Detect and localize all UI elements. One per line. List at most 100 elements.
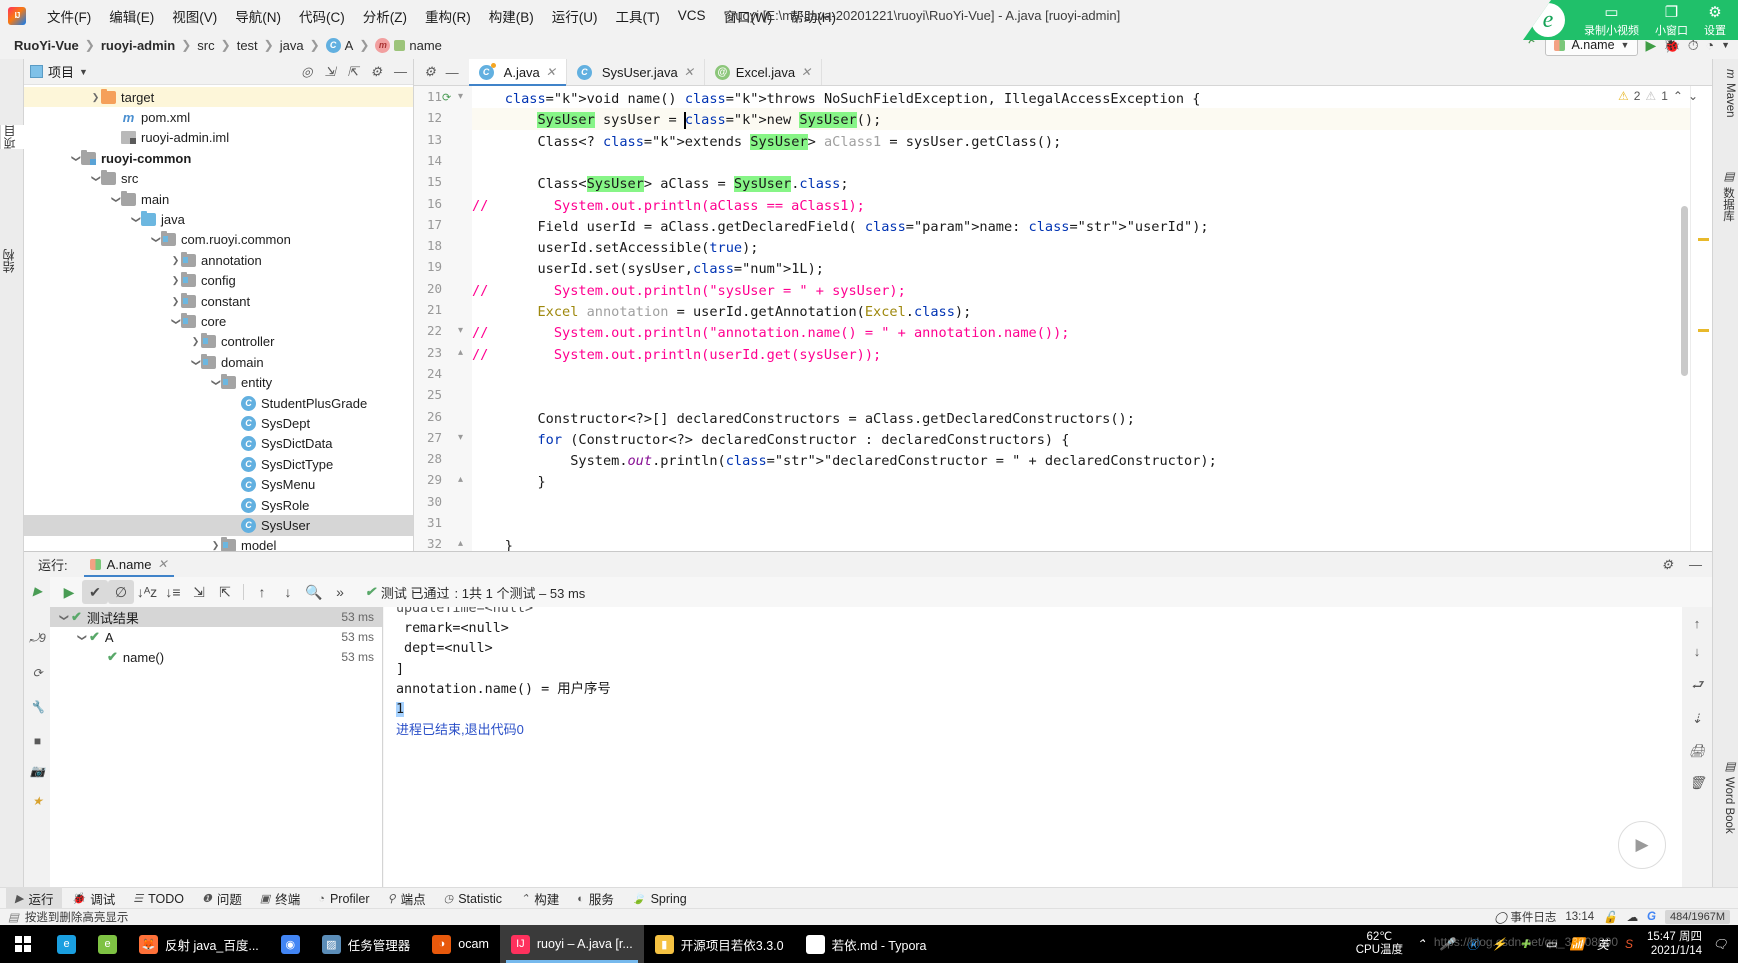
tree-node[interactable]: C StudentPlusGrade xyxy=(24,393,413,413)
cpu-temperature[interactable]: 62℃ CPU温度 xyxy=(1356,931,1403,957)
bottom-tab-spring[interactable]: 🍃 Spring xyxy=(623,890,696,908)
star-icon[interactable]: ★ xyxy=(30,793,45,808)
chevron-down-icon[interactable]: ▼ xyxy=(1721,40,1730,50)
taskbar-item[interactable]: ◑ ocam xyxy=(421,925,500,963)
chevron-down-icon[interactable] xyxy=(58,612,69,623)
tree-node[interactable]: C SysDictType xyxy=(24,454,413,474)
console-link[interactable]: 进程已结束,退出代码0 xyxy=(396,720,1712,740)
stop-icon[interactable]: ■ xyxy=(30,733,45,748)
run-tab-a-name[interactable]: A.name ✕ xyxy=(82,554,176,577)
breadcrumb-method[interactable]: m name xyxy=(375,37,442,53)
tool-window-maven[interactable]: m Maven xyxy=(1724,69,1736,117)
show-passed-button[interactable]: ✔ xyxy=(82,580,108,604)
close-icon[interactable]: ✕ xyxy=(546,65,556,79)
search-history-button[interactable]: 🔍 xyxy=(301,580,327,604)
tree-node[interactable]: target xyxy=(24,87,413,108)
gear-icon[interactable]: ⚙ xyxy=(370,64,382,80)
tree-node[interactable]: java xyxy=(24,209,413,229)
code-line[interactable]: class="k">void name() class="k">throws N… xyxy=(472,89,1201,110)
event-log-button[interactable]: ◯ 事件日志 xyxy=(1494,909,1556,925)
code-line[interactable]: Excel annotation = userId.getAnnotation(… xyxy=(472,302,971,323)
tree-node[interactable]: com.ruoyi.common xyxy=(24,230,413,250)
scroll-to-end-icon[interactable]: ⇣ xyxy=(1689,711,1705,727)
taskbar-item[interactable]: ▨ 任务管理器 xyxy=(311,925,422,963)
rerun-button[interactable]: ▶ xyxy=(56,580,82,604)
bottom-tab-端点[interactable]: ⚲ 端点 xyxy=(379,887,435,910)
editor-vertical-scrollbar[interactable] xyxy=(1681,206,1688,376)
tab-a-java[interactable]: C A.java ✕ xyxy=(468,59,567,86)
code-fold-icon[interactable]: ▴ xyxy=(458,347,463,358)
menu-edit[interactable]: 编辑(E) xyxy=(100,3,163,29)
breadcrumb-java[interactable]: java xyxy=(280,38,304,53)
stripe-warning-mark[interactable] xyxy=(1698,238,1709,241)
tree-node[interactable]: C SysRole xyxy=(24,495,413,515)
code-line[interactable]: // System.out.println("sysUser = " + sys… xyxy=(472,281,906,302)
tree-node[interactable]: domain xyxy=(24,352,413,372)
cloud-icon[interactable]: ☁ xyxy=(1627,910,1639,924)
code-line[interactable]: // System.out.println("annotation.name()… xyxy=(472,323,1069,344)
recorder-record-button[interactable]: ▭ 录制小视频 xyxy=(1584,3,1639,38)
recorder-settings-button[interactable]: ⚙ 设置 xyxy=(1704,3,1726,38)
test-results-tree[interactable]: ✔ 测试结果 53 ms ✔ A 53 ms ✔ name() 53 ms xyxy=(50,607,383,887)
code-line[interactable]: Class<SysUser> aClass = SysUser.class; xyxy=(472,174,849,195)
code-line[interactable]: // System.out.println(userId.get(sysUser… xyxy=(472,345,881,366)
close-icon[interactable]: ✕ xyxy=(801,65,811,79)
tree-node[interactable]: C SysUser xyxy=(24,515,413,536)
tool-window-word-book[interactable]: ▤ Word Book xyxy=(1722,759,1736,834)
rerun-icon[interactable]: ▶ xyxy=(30,583,45,598)
tree-node[interactable]: C SysDictData xyxy=(24,434,413,454)
tree-node[interactable]: C SysDept xyxy=(24,413,413,433)
tool-window-structure[interactable]: 结构 xyxy=(0,249,24,273)
tab-sysuser-java[interactable]: C SysUser.java ✕ xyxy=(567,59,705,85)
chevron-right-icon[interactable] xyxy=(170,296,181,307)
menu-analyze[interactable]: 分析(Z) xyxy=(354,3,416,29)
taskbar-item[interactable]: T 若依.md - Typora xyxy=(795,925,938,963)
test-tree-node[interactable]: ✔ 测试结果 53 ms xyxy=(50,607,382,627)
chevron-down-icon[interactable] xyxy=(150,234,161,245)
recorder-window-button[interactable]: ❐ 小窗口 xyxy=(1655,3,1688,38)
code-line[interactable]: for (Constructor<?> declaredConstructor … xyxy=(472,430,1069,451)
tab-excel-java[interactable]: @ Excel.java ✕ xyxy=(705,59,823,85)
video-play-overlay[interactable]: ▶ xyxy=(1618,821,1666,869)
menu-vcs[interactable]: VCS xyxy=(669,5,715,26)
test-tree-node[interactable]: ✔ name() 53 ms xyxy=(50,647,382,667)
bottom-tab-运行[interactable]: ▶ 运行 xyxy=(6,887,63,910)
locate-file-icon[interactable]: ◎ xyxy=(301,64,312,80)
gear-icon[interactable]: ⚙ xyxy=(1661,557,1673,573)
console-output[interactable]: updateTime=<null> remark=<null> dept=<nu… xyxy=(384,607,1712,887)
memory-indicator[interactable]: 484/1967M xyxy=(1664,910,1730,924)
breadcrumb-project[interactable]: RuoYi-Vue xyxy=(14,38,79,53)
tree-node[interactable]: main xyxy=(24,189,413,209)
tree-node[interactable]: core xyxy=(24,311,413,331)
chevron-down-icon[interactable] xyxy=(190,357,201,368)
menu-navigate[interactable]: 导航(N) xyxy=(226,3,290,29)
chevron-down-icon[interactable] xyxy=(130,214,141,225)
rerun-failed-icon[interactable]: ⤾9 xyxy=(29,631,46,646)
chevron-down-icon[interactable] xyxy=(76,632,87,643)
settings-wrench-icon[interactable]: 🔧 xyxy=(30,699,45,714)
tree-node[interactable]: constant xyxy=(24,291,413,311)
chevron-down-icon[interactable] xyxy=(170,316,181,327)
hide-icon[interactable]: — xyxy=(1689,557,1702,572)
tree-node[interactable]: config xyxy=(24,271,413,291)
chevron-right-icon[interactable] xyxy=(90,92,101,103)
show-ignored-button[interactable]: ∅ xyxy=(108,580,134,604)
lock-icon[interactable]: 🔓 xyxy=(1603,910,1617,924)
code-line[interactable]: Class<? class="k">extends SysUser> aClas… xyxy=(472,132,1061,153)
bottom-tab-服务[interactable]: ◐ 服务 xyxy=(568,887,623,910)
hide-icon[interactable]: — xyxy=(446,65,459,80)
prev-test-button[interactable]: ↑ xyxy=(249,580,275,604)
sort-by-duration-button[interactable]: ↓≡ xyxy=(160,580,186,604)
camera-icon[interactable]: 📷 xyxy=(30,763,45,778)
bottom-tab-终端[interactable]: ▣ 终端 xyxy=(251,887,309,910)
gear-icon[interactable]: ⚙ xyxy=(424,64,436,80)
chevron-down-icon[interactable]: ▼ xyxy=(79,67,88,77)
chevron-right-icon[interactable] xyxy=(170,255,181,266)
soft-wrap-icon[interactable]: ⮐ xyxy=(1689,677,1705,695)
menu-code[interactable]: 代码(C) xyxy=(290,3,354,29)
code-line[interactable]: // System.out.println(aClass == aClass1)… xyxy=(472,196,865,217)
menu-tools[interactable]: 工具(T) xyxy=(607,3,669,29)
sogou-icon[interactable]: S xyxy=(1621,936,1637,952)
code-line[interactable]: Constructor<?>[] declaredConstructors = … xyxy=(472,409,1134,430)
bottom-tab-构建[interactable]: ⌃ 构建 xyxy=(511,887,568,910)
